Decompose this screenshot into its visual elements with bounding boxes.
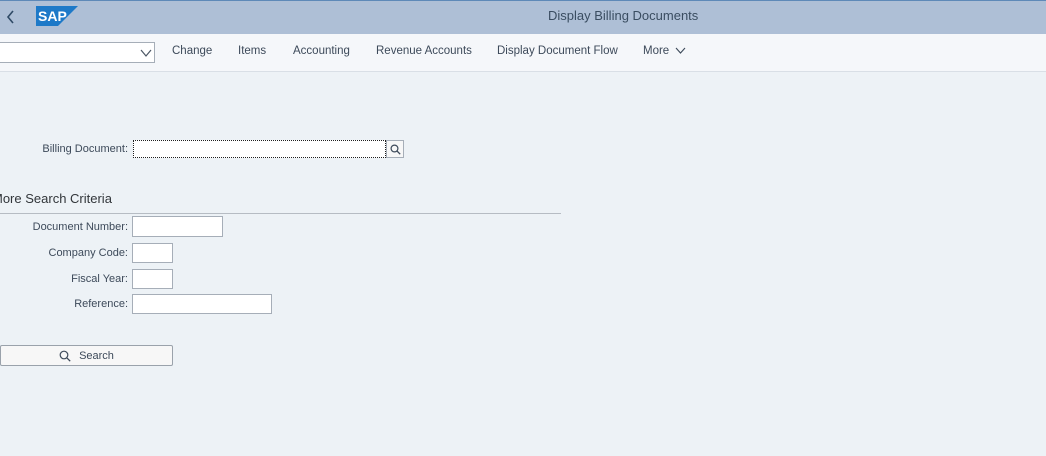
sap-logo: SAP bbox=[36, 6, 78, 26]
document-number-label: Document Number: bbox=[32, 221, 128, 233]
page-title: Display Billing Documents bbox=[548, 8, 699, 23]
fiscal-year-label: Fiscal Year: bbox=[71, 273, 128, 285]
chevron-down-icon bbox=[675, 47, 686, 54]
fiscal-year-input[interactable] bbox=[132, 269, 173, 289]
billing-document-input[interactable] bbox=[133, 140, 386, 158]
search-button[interactable]: Search bbox=[0, 345, 173, 366]
search-icon bbox=[59, 350, 71, 362]
display-document-flow-button[interactable]: Display Document Flow bbox=[497, 45, 618, 57]
toolbar: Change Items Accounting Revenue Accounts… bbox=[0, 34, 1046, 72]
chevron-left-icon bbox=[6, 10, 14, 24]
items-button[interactable]: Items bbox=[238, 45, 266, 57]
more-menu-button[interactable]: More bbox=[643, 45, 686, 57]
accounting-button[interactable]: Accounting bbox=[293, 45, 350, 57]
back-button[interactable] bbox=[0, 1, 22, 33]
company-code-label: Company Code: bbox=[48, 247, 129, 259]
change-button[interactable]: Change bbox=[172, 45, 212, 57]
search-button-label: Search bbox=[79, 349, 114, 362]
billing-document-label: Billing Document: bbox=[42, 143, 128, 155]
revenue-accounts-button[interactable]: Revenue Accounts bbox=[376, 45, 472, 57]
more-menu-label: More bbox=[643, 45, 670, 57]
value-help-button[interactable] bbox=[386, 140, 404, 158]
section-title: More Search Criteria bbox=[0, 191, 112, 206]
search-icon bbox=[389, 143, 401, 155]
shell-bar: SAP Display Billing Documents bbox=[0, 0, 1046, 34]
chevron-down-icon[interactable] bbox=[140, 47, 152, 59]
company-code-input[interactable] bbox=[132, 243, 173, 263]
document-number-input[interactable] bbox=[132, 216, 223, 237]
reference-input[interactable] bbox=[132, 294, 272, 314]
section-divider bbox=[0, 213, 561, 214]
transaction-code-field[interactable] bbox=[0, 42, 155, 63]
svg-text:SAP: SAP bbox=[38, 8, 67, 24]
reference-label: Reference: bbox=[74, 298, 128, 310]
